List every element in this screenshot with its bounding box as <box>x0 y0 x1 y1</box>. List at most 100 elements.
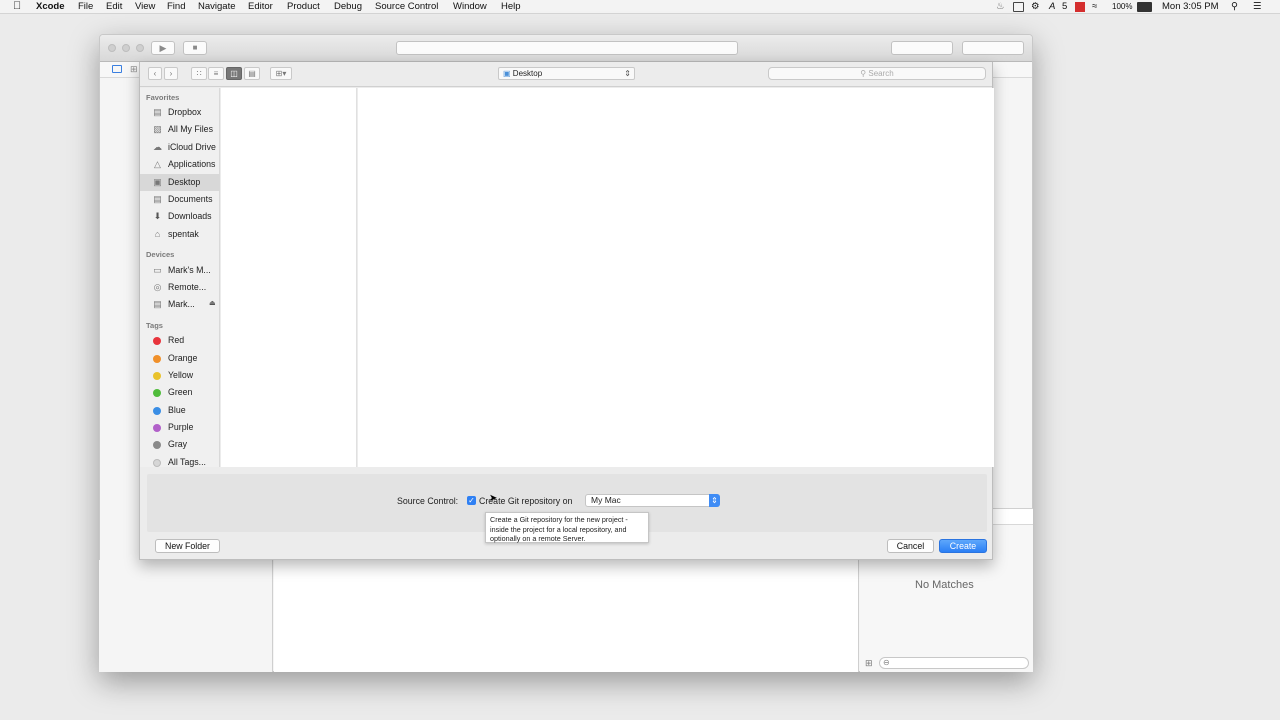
sidebar-tag-gray[interactable]: Gray <box>140 436 220 453</box>
menu-edit[interactable]: Edit <box>106 1 122 13</box>
sidebar-tag-yellow[interactable]: Yellow <box>140 367 220 384</box>
editor-mode-buttons[interactable] <box>891 41 953 55</box>
sidebar-item-label: Green <box>168 387 193 397</box>
tag-dot-icon <box>153 459 161 467</box>
sidebar-item-device-mac[interactable]: ▭ Mark's M... <box>140 262 220 279</box>
badge-count: 5 <box>1062 1 1068 12</box>
xcode-toolbar: ▶ ■ <box>100 35 1032 62</box>
sidebar-item-all-my-files[interactable]: ▧ All My Files <box>140 121 220 138</box>
browser-column-2[interactable] <box>358 88 994 467</box>
sidebar-item-drive[interactable]: ▤ Mark... ⏏ <box>140 296 220 313</box>
spotlight-icon[interactable]: ⚲ <box>1231 1 1238 13</box>
list-view-button[interactable]: ≡ <box>208 67 224 80</box>
sidebar-item-label: Mark's M... <box>168 265 211 275</box>
wifi-icon[interactable]: ≈ <box>1092 1 1097 13</box>
stop-button[interactable]: ■ <box>183 41 207 55</box>
desktop-icon: ▣ <box>153 177 162 187</box>
mouse-cursor-icon: ➤ <box>489 493 498 504</box>
notification-center-icon[interactable]: ☰ <box>1253 1 1262 13</box>
sidebar-tag-green[interactable]: Green <box>140 384 220 401</box>
finder-sidebar: Favorites ▤ Dropbox ▧ All My Files ☁ iCloud… <box>140 88 220 467</box>
menu-help[interactable]: Help <box>501 1 521 13</box>
sidebar-item-dropbox[interactable]: ▤ Dropbox <box>140 104 220 121</box>
location-label: Desktop <box>512 69 543 78</box>
browser-column-1[interactable] <box>221 88 357 467</box>
cancel-button[interactable]: Cancel <box>887 539 934 553</box>
close-window-button[interactable] <box>108 44 116 52</box>
sidebar-item-applications[interactable]: △ Applications <box>140 156 220 173</box>
sidebar-item-label: All My Files <box>168 124 213 134</box>
run-button[interactable]: ▶ <box>151 41 175 55</box>
grid-view-icon[interactable]: ⊞ <box>865 658 873 669</box>
sidebar-tag-orange[interactable]: Orange <box>140 350 220 367</box>
sidebar-item-documents[interactable]: ▤ Documents <box>140 191 220 208</box>
sidebar-item-remote-disc[interactable]: ◎ Remote... <box>140 279 220 296</box>
new-folder-button[interactable]: New Folder <box>155 539 220 553</box>
symbol-navigator-icon[interactable]: ⊞ <box>130 64 138 75</box>
repository-location-popup[interactable]: My Mac ⇕ <box>585 494 720 507</box>
all-files-icon: ▧ <box>153 124 162 134</box>
text-input-icon[interactable]: A <box>1049 1 1055 13</box>
red-status-icon[interactable] <box>1075 2 1085 12</box>
cover-flow-button[interactable]: ▤ <box>244 67 260 80</box>
editor-area <box>274 560 859 672</box>
create-git-checkbox[interactable]: ✓ <box>467 496 476 505</box>
menu-debug[interactable]: Debug <box>334 1 362 13</box>
tag-dot-icon <box>153 337 161 345</box>
apple-icon[interactable]:  <box>13 0 21 12</box>
sidebar-item-desktop[interactable]: ▣ Desktop <box>140 174 220 191</box>
sidebar-item-downloads[interactable]: ⬇ Downloads <box>140 208 220 225</box>
zoom-window-button[interactable] <box>136 44 144 52</box>
battery-icon[interactable] <box>1137 2 1152 12</box>
sidebar-item-label: Documents <box>168 194 213 204</box>
menu-editor[interactable]: Editor <box>248 1 273 13</box>
sidebar-item-label: Desktop <box>168 177 201 187</box>
clock[interactable]: Mon 3:05 PM <box>1162 1 1219 13</box>
sidebar-tag-blue[interactable]: Blue <box>140 402 220 419</box>
sidebar-item-label: Downloads <box>168 211 212 221</box>
eject-icon[interactable]: ⏏ <box>209 299 216 307</box>
sidebar-tag-all-tags[interactable]: All Tags... <box>140 454 220 471</box>
sidebar-item-spentak[interactable]: ⌂ spentak <box>140 226 220 243</box>
tag-dot-icon <box>153 424 161 432</box>
menu-find[interactable]: Find <box>167 1 185 13</box>
icon-view-button[interactable]: ∷ <box>191 67 207 80</box>
menu-window[interactable]: Window <box>453 1 487 13</box>
tag-dot-icon <box>153 355 161 363</box>
library-filter-field[interactable]: ⊖ <box>879 657 1029 669</box>
repository-location-value: My Mac <box>591 495 621 505</box>
column-view-button[interactable]: ◫ <box>226 67 242 80</box>
sidebar-item-label: Yellow <box>168 370 194 380</box>
panel-toggle-buttons[interactable] <box>962 41 1024 55</box>
drive-icon: ▤ <box>153 299 162 309</box>
project-navigator-icon[interactable] <box>112 65 122 73</box>
sidebar-item-icloud-drive[interactable]: ☁ iCloud Drive <box>140 139 220 156</box>
menu-extra-icon[interactable] <box>1013 2 1024 12</box>
menu-view[interactable]: View <box>135 1 155 13</box>
location-popup[interactable]: ▣ Desktop ⇕ <box>498 67 635 80</box>
sidebar-tag-red[interactable]: Red <box>140 332 220 349</box>
menu-file[interactable]: File <box>78 1 93 13</box>
tag-dot-icon <box>153 389 161 397</box>
notification-bell-icon[interactable]: ♨ <box>996 1 1005 13</box>
settings-gear-icon[interactable]: ⚙ <box>1031 1 1040 13</box>
arrange-menu-button[interactable]: ⊞▾ <box>270 67 292 80</box>
create-button[interactable]: Create <box>939 539 987 553</box>
sidebar-item-label: Applications <box>168 159 216 169</box>
forward-button[interactable]: › <box>164 67 178 80</box>
applications-icon: △ <box>154 159 161 169</box>
minimize-window-button[interactable] <box>122 44 130 52</box>
menu-navigate[interactable]: Navigate <box>198 1 236 13</box>
tags-header: Tags <box>146 321 163 330</box>
laptop-icon: ▭ <box>153 265 162 275</box>
git-tooltip: Create a Git repository for the new proj… <box>485 512 649 543</box>
menu-app-name[interactable]: Xcode <box>36 1 65 13</box>
search-field[interactable]: ⚲ Search <box>768 67 986 80</box>
back-button[interactable]: ‹ <box>148 67 162 80</box>
filter-icon: ⊖ <box>883 658 890 667</box>
menu-product[interactable]: Product <box>287 1 320 13</box>
sidebar-item-label: Gray <box>168 439 188 449</box>
menu-source-control[interactable]: Source Control <box>375 1 438 13</box>
cloud-icon: ☁ <box>153 142 162 152</box>
sidebar-tag-purple[interactable]: Purple <box>140 419 220 436</box>
